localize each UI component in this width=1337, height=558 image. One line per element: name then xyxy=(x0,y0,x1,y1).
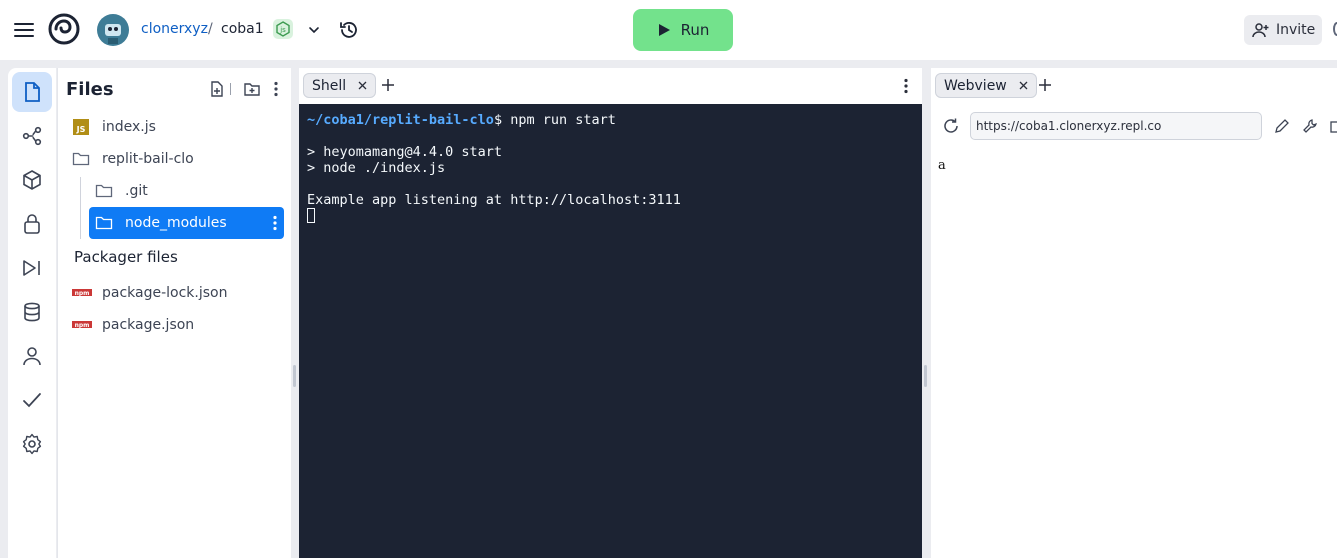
close-icon[interactable] xyxy=(1019,81,1028,90)
folder-name: .git xyxy=(125,183,148,199)
debugger-tool-button[interactable] xyxy=(12,248,52,288)
terminal-line: Example app listening at http://localhos… xyxy=(307,192,681,208)
owner-link[interactable]: clonerxyz xyxy=(141,21,208,37)
svg-text:js: js xyxy=(279,26,286,34)
top-bar: clonerxyz / coba1 js Run Invite xyxy=(0,0,1337,60)
tab-shell[interactable]: Shell xyxy=(303,73,377,98)
files-title: Files xyxy=(66,79,114,100)
url-input[interactable]: https://coba1.clonerxyz.repl.co xyxy=(970,112,1262,140)
chevron-down-icon[interactable] xyxy=(306,22,322,38)
database-tool-button[interactable] xyxy=(12,292,52,332)
tab-webview[interactable]: Webview xyxy=(935,73,1037,98)
new-file-icon[interactable] xyxy=(208,80,226,98)
file-name: package.json xyxy=(102,317,195,333)
npm-icon: npm xyxy=(72,321,92,329)
add-tab-icon[interactable] xyxy=(379,76,397,94)
tab-label: Shell xyxy=(312,77,347,94)
invite-label: Invite xyxy=(1276,22,1316,38)
files-pane: Files JS index.js replit-bail-clo .git n… xyxy=(57,68,291,558)
shell-pane: Shell ~/coba1/replit-bail-clo$ npm run s… xyxy=(299,68,922,558)
prompt-command: $ npm run start xyxy=(493,112,616,128)
auth-tool-button[interactable] xyxy=(12,336,52,376)
file-name: index.js xyxy=(102,119,156,135)
git-branch-icon xyxy=(22,126,42,146)
tests-tool-button[interactable] xyxy=(12,380,52,420)
gear-icon xyxy=(22,433,42,455)
invite-button[interactable]: Invite xyxy=(1244,15,1322,45)
folder-item-node-modules[interactable]: node_modules xyxy=(89,207,284,239)
close-icon[interactable] xyxy=(358,81,367,90)
nodejs-icon[interactable]: js xyxy=(273,19,293,39)
file-item-index-js[interactable]: JS index.js xyxy=(72,111,282,143)
more-options-icon[interactable] xyxy=(903,78,909,94)
folder-icon xyxy=(95,184,113,198)
terminal-cursor xyxy=(307,208,315,223)
folder-item-replit-bail-clo[interactable]: replit-bail-clo xyxy=(72,143,282,175)
url-text: https://coba1.clonerxyz.repl.co xyxy=(976,119,1162,133)
shell-tab-bar: Shell xyxy=(299,68,922,104)
webview-pane: Webview https://coba1.clonerxyz.repl.co … xyxy=(931,68,1337,558)
folder-item-git[interactable]: .git xyxy=(95,175,282,207)
svg-text:npm: npm xyxy=(75,322,90,329)
play-icon xyxy=(658,24,670,36)
svg-text:npm: npm xyxy=(75,290,90,297)
terminal-output[interactable]: ~/coba1/replit-bail-clo$ npm run start >… xyxy=(307,112,681,224)
folder-name: node_modules xyxy=(125,215,227,231)
repl-name[interactable]: coba1 xyxy=(221,21,264,37)
folder-icon xyxy=(95,216,113,230)
resize-handle[interactable] xyxy=(293,365,296,387)
menu-icon[interactable] xyxy=(12,18,36,42)
overflow-icon[interactable] xyxy=(1333,22,1337,36)
add-user-icon xyxy=(1252,23,1269,38)
javascript-file-icon: JS xyxy=(73,119,89,135)
file-name: package-lock.json xyxy=(102,285,228,301)
webview-content: a xyxy=(938,158,946,173)
file-item-package-lock-json[interactable]: npm package-lock.json xyxy=(72,277,282,309)
new-window-icon[interactable] xyxy=(1330,119,1337,133)
more-options-icon[interactable] xyxy=(272,215,278,231)
webview-tab-bar: Webview xyxy=(931,68,1337,104)
replit-logo-icon[interactable] xyxy=(48,13,80,45)
new-folder-icon[interactable] xyxy=(243,80,261,98)
terminal-line: > heyomamang@4.4.0 start xyxy=(307,144,503,160)
checkmark-icon xyxy=(23,393,41,408)
npm-icon: npm xyxy=(72,289,92,297)
refresh-icon[interactable] xyxy=(942,117,960,135)
run-button[interactable]: Run xyxy=(633,9,733,51)
prompt-path: ~/coba1/replit-bail-clo xyxy=(307,112,494,128)
avatar[interactable] xyxy=(97,14,129,46)
folder-icon xyxy=(72,152,90,166)
divider xyxy=(230,83,231,95)
lock-icon xyxy=(24,214,40,234)
package-cube-icon xyxy=(23,170,41,190)
breadcrumb-separator: / xyxy=(208,21,213,37)
history-icon[interactable] xyxy=(338,19,360,41)
tool-rail xyxy=(8,68,56,558)
resize-handle[interactable] xyxy=(924,365,927,387)
file-item-package-json[interactable]: npm package.json xyxy=(72,309,282,341)
packages-tool-button[interactable] xyxy=(12,160,52,200)
user-icon xyxy=(23,347,41,366)
run-step-icon xyxy=(23,260,40,276)
svg-text:JS: JS xyxy=(76,125,86,134)
add-tab-icon[interactable] xyxy=(1036,76,1054,94)
git-tool-button[interactable] xyxy=(12,116,52,156)
packager-files-title: Packager files xyxy=(74,248,178,266)
folder-name: replit-bail-clo xyxy=(102,151,194,167)
terminal-line: > node ./index.js xyxy=(307,160,446,176)
file-icon xyxy=(25,82,40,102)
files-tool-button[interactable] xyxy=(12,72,52,112)
database-icon xyxy=(24,302,40,322)
files-actions xyxy=(208,80,279,98)
edit-pencil-icon[interactable] xyxy=(1274,118,1290,134)
more-options-icon[interactable] xyxy=(273,81,279,97)
run-label: Run xyxy=(680,21,710,39)
tab-label: Webview xyxy=(944,77,1007,94)
settings-tool-button[interactable] xyxy=(12,424,52,464)
tree-guide-line xyxy=(80,177,81,239)
devtools-wrench-icon[interactable] xyxy=(1302,118,1318,134)
secrets-tool-button[interactable] xyxy=(12,204,52,244)
